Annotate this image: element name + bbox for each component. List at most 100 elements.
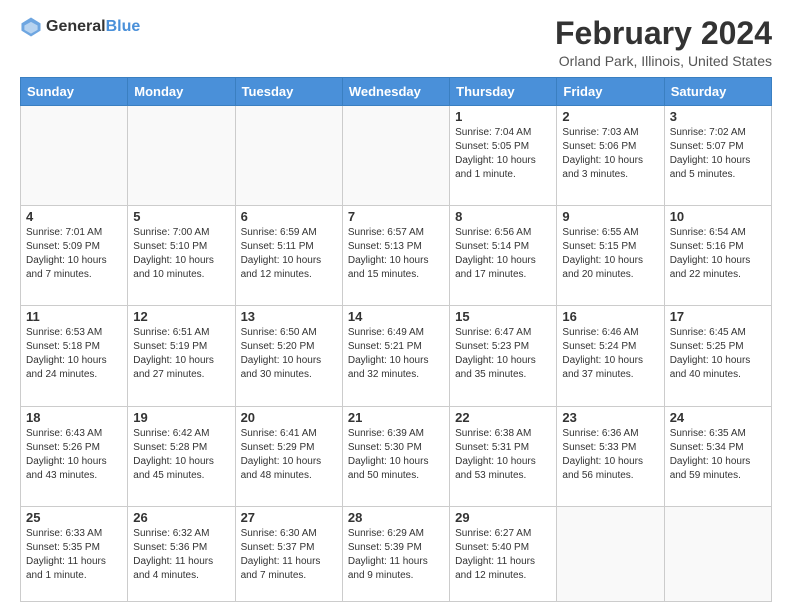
day-number: 26: [133, 510, 229, 525]
day-info: Sunrise: 6:32 AMSunset: 5:36 PMDaylight:…: [133, 527, 229, 583]
table-row: [235, 106, 342, 206]
table-row: 11Sunrise: 6:53 AMSunset: 5:18 PMDayligh…: [21, 306, 128, 406]
day-info: Sunrise: 6:56 AMSunset: 5:14 PMDaylight:…: [455, 226, 551, 282]
month-title: February 2024: [555, 16, 772, 51]
table-row: 19Sunrise: 6:42 AMSunset: 5:28 PMDayligh…: [128, 406, 235, 506]
day-number: 8: [455, 209, 551, 224]
table-row: [664, 506, 771, 601]
table-row: 18 Sunrise: 6:43 AMSunset: 5:26 PMDayligh…: [21, 406, 128, 506]
table-row: 26 Sunrise: 6:32 AMSunset: 5:36 PMDayligh…: [128, 506, 235, 601]
day-info: Sunrise: 6:59 AMSunset: 5:11 PMDaylight:…: [241, 226, 337, 282]
day-info: Sunrise: 6:29 AMSunset: 5:39 PMDaylight:…: [348, 527, 444, 583]
table-row: 10 Sunrise: 6:54 AMSunset: 5:16 PMDayligh…: [664, 206, 771, 306]
day-number: 2: [562, 109, 658, 124]
day-info: Sunrise: 6:45 AMSunset: 5:25 PMDaylight:…: [670, 326, 766, 382]
day-number: 4: [26, 209, 122, 224]
day-info: Sunrise: 7:03 AMSunset: 5:06 PMDaylight:…: [562, 126, 658, 182]
header-thursday: Thursday: [450, 78, 557, 106]
day-number: 27: [241, 510, 337, 525]
day-number: 22: [455, 410, 551, 425]
day-number: 15: [455, 309, 551, 324]
table-row: 28Sunrise: 6:29 AMSunset: 5:39 PMDayligh…: [342, 506, 449, 601]
day-number: 24: [670, 410, 766, 425]
day-number: 13: [241, 309, 337, 324]
page: General Blue February 2024 Orland Park, …: [0, 0, 792, 612]
header: General Blue February 2024 Orland Park, …: [20, 16, 772, 69]
logo: General Blue: [20, 16, 140, 38]
day-info: Sunrise: 6:55 AMSunset: 5:15 PMDaylight:…: [562, 226, 658, 282]
day-number: 9: [562, 209, 658, 224]
table-row: 22 Sunrise: 6:38 AMSunset: 5:31 PMDayligh…: [450, 406, 557, 506]
table-row: 23 Sunrise: 6:36 AMSunset: 5:33 PMDayligh…: [557, 406, 664, 506]
table-row: 13 Sunrise: 6:50 AMSunset: 5:20 PMDayligh…: [235, 306, 342, 406]
day-info: Sunrise: 6:33 AMSunset: 5:35 PMDaylight:…: [26, 527, 122, 583]
day-number: 3: [670, 109, 766, 124]
day-info: Sunrise: 6:35 AMSunset: 5:34 PMDaylight:…: [670, 427, 766, 483]
day-info: Sunrise: 7:00 AMSunset: 5:10 PMDaylight:…: [133, 226, 229, 282]
day-number: 25: [26, 510, 122, 525]
day-info: Sunrise: 6:39 AMSunset: 5:30 PMDaylight:…: [348, 427, 444, 483]
day-info: Sunrise: 6:54 AMSunset: 5:16 PMDaylight:…: [670, 226, 766, 282]
table-row: 21 Sunrise: 6:39 AMSunset: 5:30 PMDayligh…: [342, 406, 449, 506]
day-number: 7: [348, 209, 444, 224]
day-number: 20: [241, 410, 337, 425]
title-section: February 2024 Orland Park, Illinois, Uni…: [555, 16, 772, 69]
table-row: 8 Sunrise: 6:56 AMSunset: 5:14 PMDaylight…: [450, 206, 557, 306]
table-row: 14 Sunrise: 6:49 AMSunset: 5:21 PMDayligh…: [342, 306, 449, 406]
logo-blue: Blue: [106, 18, 141, 36]
table-row: 15 Sunrise: 6:47 AMSunset: 5:23 PMDayligh…: [450, 306, 557, 406]
logo-text: General Blue: [46, 18, 140, 36]
header-monday: Monday: [128, 78, 235, 106]
day-info: Sunrise: 6:57 AMSunset: 5:13 PMDaylight:…: [348, 226, 444, 282]
day-info: Sunrise: 6:43 AMSunset: 5:26 PMDaylight:…: [26, 427, 122, 483]
table-row: 9 Sunrise: 6:55 AMSunset: 5:15 PMDaylight…: [557, 206, 664, 306]
day-number: 1: [455, 109, 551, 124]
day-number: 23: [562, 410, 658, 425]
day-number: 16: [562, 309, 658, 324]
day-number: 5: [133, 209, 229, 224]
logo-icon: [20, 16, 42, 38]
day-info: Sunrise: 6:51 AMSunset: 5:19 PMDaylight:…: [133, 326, 229, 382]
day-number: 21: [348, 410, 444, 425]
day-info: Sunrise: 6:36 AMSunset: 5:33 PMDaylight:…: [562, 427, 658, 483]
table-row: 5 Sunrise: 7:00 AMSunset: 5:10 PMDaylight…: [128, 206, 235, 306]
table-row: [557, 506, 664, 601]
table-row: 4 Sunrise: 7:01 AMSunset: 5:09 PMDaylight…: [21, 206, 128, 306]
calendar-table: Sunday Monday Tuesday Wednesday Thursday…: [20, 77, 772, 602]
day-info: Sunrise: 6:47 AMSunset: 5:23 PMDaylight:…: [455, 326, 551, 382]
location: Orland Park, Illinois, United States: [555, 53, 772, 69]
day-number: 17: [670, 309, 766, 324]
table-row: 3Sunrise: 7:02 AMSunset: 5:07 PMDaylight…: [664, 106, 771, 206]
day-info: Sunrise: 6:27 AMSunset: 5:40 PMDaylight:…: [455, 527, 551, 583]
day-info: Sunrise: 6:46 AMSunset: 5:24 PMDaylight:…: [562, 326, 658, 382]
day-number: 12: [133, 309, 229, 324]
day-info: Sunrise: 6:50 AMSunset: 5:20 PMDaylight:…: [241, 326, 337, 382]
day-info: Sunrise: 6:41 AMSunset: 5:29 PMDaylight:…: [241, 427, 337, 483]
header-sunday: Sunday: [21, 78, 128, 106]
day-info: Sunrise: 6:38 AMSunset: 5:31 PMDaylight:…: [455, 427, 551, 483]
calendar-header-row: Sunday Monday Tuesday Wednesday Thursday…: [21, 78, 772, 106]
day-number: 14: [348, 309, 444, 324]
logo-general: General: [46, 18, 106, 36]
day-number: 11: [26, 309, 122, 324]
day-info: Sunrise: 6:30 AMSunset: 5:37 PMDaylight:…: [241, 527, 337, 583]
table-row: 1 Sunrise: 7:04 AMSunset: 5:05 PMDaylight…: [450, 106, 557, 206]
day-number: 10: [670, 209, 766, 224]
day-number: 19: [133, 410, 229, 425]
header-wednesday: Wednesday: [342, 78, 449, 106]
day-number: 6: [241, 209, 337, 224]
day-info: Sunrise: 7:01 AMSunset: 5:09 PMDaylight:…: [26, 226, 122, 282]
table-row: 20 Sunrise: 6:41 AMSunset: 5:29 PMDayligh…: [235, 406, 342, 506]
table-row: 29Sunrise: 6:27 AMSunset: 5:40 PMDayligh…: [450, 506, 557, 601]
table-row: 24 Sunrise: 6:35 AMSunset: 5:34 PMDayligh…: [664, 406, 771, 506]
table-row: 27 Sunrise: 6:30 AMSunset: 5:37 PMDayligh…: [235, 506, 342, 601]
table-row: 16 Sunrise: 6:46 AMSunset: 5:24 PMDayligh…: [557, 306, 664, 406]
table-row: 17 Sunrise: 6:45 AMSunset: 5:25 PMDayligh…: [664, 306, 771, 406]
table-row: 2 Sunrise: 7:03 AMSunset: 5:06 PMDaylight…: [557, 106, 664, 206]
day-info: Sunrise: 7:04 AMSunset: 5:05 PMDaylight:…: [455, 126, 551, 182]
table-row: 12 Sunrise: 6:51 AMSunset: 5:19 PMDayligh…: [128, 306, 235, 406]
day-number: 18: [26, 410, 122, 425]
table-row: [21, 106, 128, 206]
day-info: Sunrise: 6:49 AMSunset: 5:21 PMDaylight:…: [348, 326, 444, 382]
table-row: [342, 106, 449, 206]
